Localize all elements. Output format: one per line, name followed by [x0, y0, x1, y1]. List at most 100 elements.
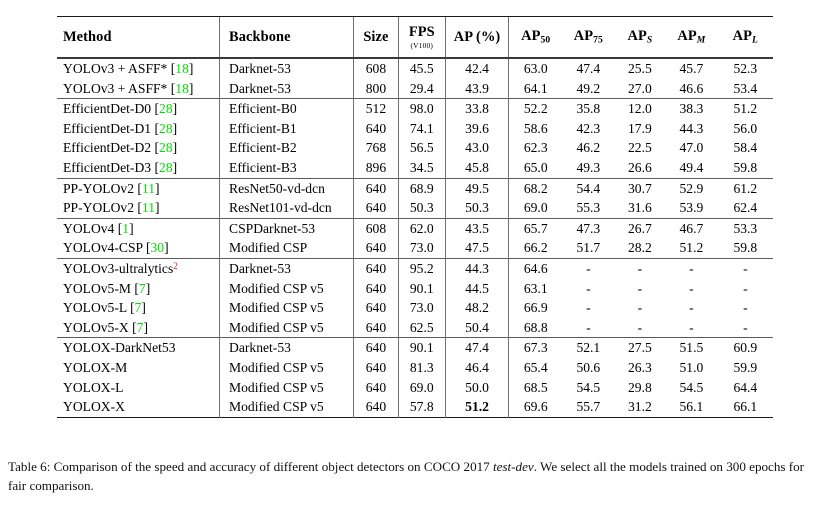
value-ap: 49.5	[465, 180, 489, 196]
cell-fps: 98.0	[397, 98, 446, 119]
cell-ap50: 63.0	[508, 57, 563, 79]
citation-ref[interactable]: [11]	[134, 181, 159, 196]
table-row: YOLOv5-M [7] Modified CSP v5 640 90.1 44.5 63…	[57, 278, 773, 299]
cell-ap75: -	[562, 298, 615, 318]
page-root: Method Backbone Size FPS (V100) AP (%) A…	[0, 0, 828, 505]
value-ap75: 55.3	[576, 200, 601, 216]
citation-ref[interactable]: [11]	[134, 200, 159, 215]
cell-ap50: 68.2	[508, 177, 563, 199]
citation-ref[interactable]: [18]	[167, 81, 194, 96]
value-ap: 46.4	[465, 359, 489, 375]
method-name: EfficientDet-D3	[63, 159, 152, 175]
table-row: YOLOv3 + ASFF* [18] Darknet-53 800 29.4 43.9…	[57, 78, 773, 99]
cell-aps: -	[615, 279, 665, 299]
value-fps: 50.3	[409, 200, 434, 216]
value-apm: 47.0	[679, 140, 704, 156]
cell-ap75: 46.2	[562, 138, 615, 158]
citation-ref[interactable]: [28]	[151, 140, 177, 155]
cell-backbone: CSPDarknet-53	[219, 217, 354, 239]
method-name: YOLOv3 + ASFF*	[63, 61, 168, 76]
cell-method: YOLOv5-M [7]	[57, 279, 220, 299]
value-ap50: 66.9	[523, 300, 548, 316]
cell-aps: 26.7	[614, 217, 666, 239]
citation-ref[interactable]: [30]	[143, 240, 169, 255]
cell-ap75: 47.4	[562, 57, 615, 79]
cell-method: YOLOv3-ultralytics2	[57, 257, 220, 279]
citation-ref[interactable]: [28]	[151, 160, 177, 175]
cell-ap50: 69.0	[508, 198, 563, 219]
cell-ap: 47.5	[444, 238, 509, 259]
value-aps: 22.5	[627, 140, 652, 156]
cell-apm: 53.9	[665, 198, 718, 218]
citation-ref[interactable]: [18]	[167, 61, 194, 76]
apl-subscript: L	[752, 34, 759, 46]
cell-size: 640	[352, 337, 399, 358]
cell-fps: 50.3	[397, 198, 446, 219]
cell-size: 640	[352, 278, 399, 299]
citation-ref[interactable]: [1]	[114, 221, 134, 236]
cell-size: 608	[352, 217, 399, 239]
column-header-method: Method	[57, 16, 220, 58]
value-fps: 34.5	[409, 159, 434, 175]
cell-apl: 59.8	[718, 238, 773, 258]
value-ap50: 67.3	[523, 340, 548, 356]
cell-fps: 34.5	[397, 157, 446, 179]
cell-ap75: 55.3	[562, 198, 615, 218]
cell-aps: 17.9	[615, 119, 665, 139]
bottom-rule-cell	[353, 416, 399, 418]
cell-backbone: Efficient-B3	[219, 157, 354, 179]
cell-apm: 51.5	[665, 337, 718, 358]
cell-apl: -	[717, 257, 773, 279]
table-body: YOLOv3 + ASFF* [18] Darknet-53 608 45.5 42.4…	[57, 57, 773, 418]
value-ap: 43.0	[465, 140, 489, 156]
citation-ref[interactable]: [28]	[151, 101, 177, 116]
value-fps: 74.1	[409, 120, 434, 136]
value-apl: 58.4	[733, 140, 758, 156]
value-na: -	[637, 319, 643, 335]
value-aps: 12.0	[627, 101, 652, 117]
value-apl: 59.8	[733, 240, 758, 256]
cell-fps: 74.1	[397, 118, 446, 139]
aps-subscript: S	[646, 34, 653, 46]
footnote-marker[interactable]: 2	[173, 261, 178, 271]
table-row: EfficientDet-D2 [28] Efficient-B2 768 56.5 4…	[57, 138, 773, 158]
table-row: EfficientDet-D1 [28] Efficient-B1 640 74.1 3…	[57, 118, 773, 139]
table-row: YOLOv5-L [7] Modified CSP v5 640 73.0 48.2 66…	[57, 298, 773, 318]
citation-ref[interactable]: [28]	[151, 121, 177, 136]
cell-apm: 51.2	[665, 238, 718, 258]
cell-size: 640	[352, 317, 399, 338]
cell-aps: 28.2	[615, 238, 665, 258]
method-name: YOLOX-X	[63, 399, 125, 415]
value-ap75: 47.3	[576, 220, 601, 236]
cell-backbone: Modified CSP v5	[219, 377, 354, 398]
cell-ap75: 54.5	[562, 378, 615, 398]
cell-ap: 50.0	[444, 377, 509, 398]
citation-ref[interactable]: [7]	[131, 281, 150, 296]
cell-ap: 43.5	[444, 217, 509, 239]
value-ap50: 65.7	[523, 220, 548, 236]
citation-ref[interactable]: [7]	[129, 320, 148, 335]
value-fps: 62.0	[409, 220, 434, 236]
cell-aps: 27.5	[614, 337, 666, 358]
value-apl: 52.3	[733, 61, 758, 76]
value-apl: 53.3	[733, 220, 758, 236]
value-size: 640	[365, 319, 387, 335]
cell-fps: 73.0	[397, 238, 446, 259]
cell-ap50: 65.4	[508, 357, 563, 378]
value-ap50: 62.3	[523, 140, 548, 156]
cell-ap50: 64.6	[508, 257, 563, 279]
cell-aps: -	[614, 257, 666, 279]
value-ap75: 49.2	[576, 80, 601, 96]
column-header-fps-label: FPS	[408, 24, 435, 41]
cell-ap50: 63.1	[508, 278, 563, 299]
bottom-rule-cell	[219, 416, 354, 418]
citation-ref[interactable]: [7]	[127, 300, 146, 315]
value-fps: 73.0	[409, 300, 434, 316]
value-apm: 45.7	[679, 61, 704, 76]
value-size: 640	[365, 340, 387, 356]
value-ap: 44.5	[465, 280, 489, 296]
value-ap: 48.2	[465, 300, 489, 316]
cell-apm: -	[665, 279, 718, 299]
value-apl: 66.1	[733, 399, 758, 415]
value-ap50: 68.2	[523, 180, 548, 196]
